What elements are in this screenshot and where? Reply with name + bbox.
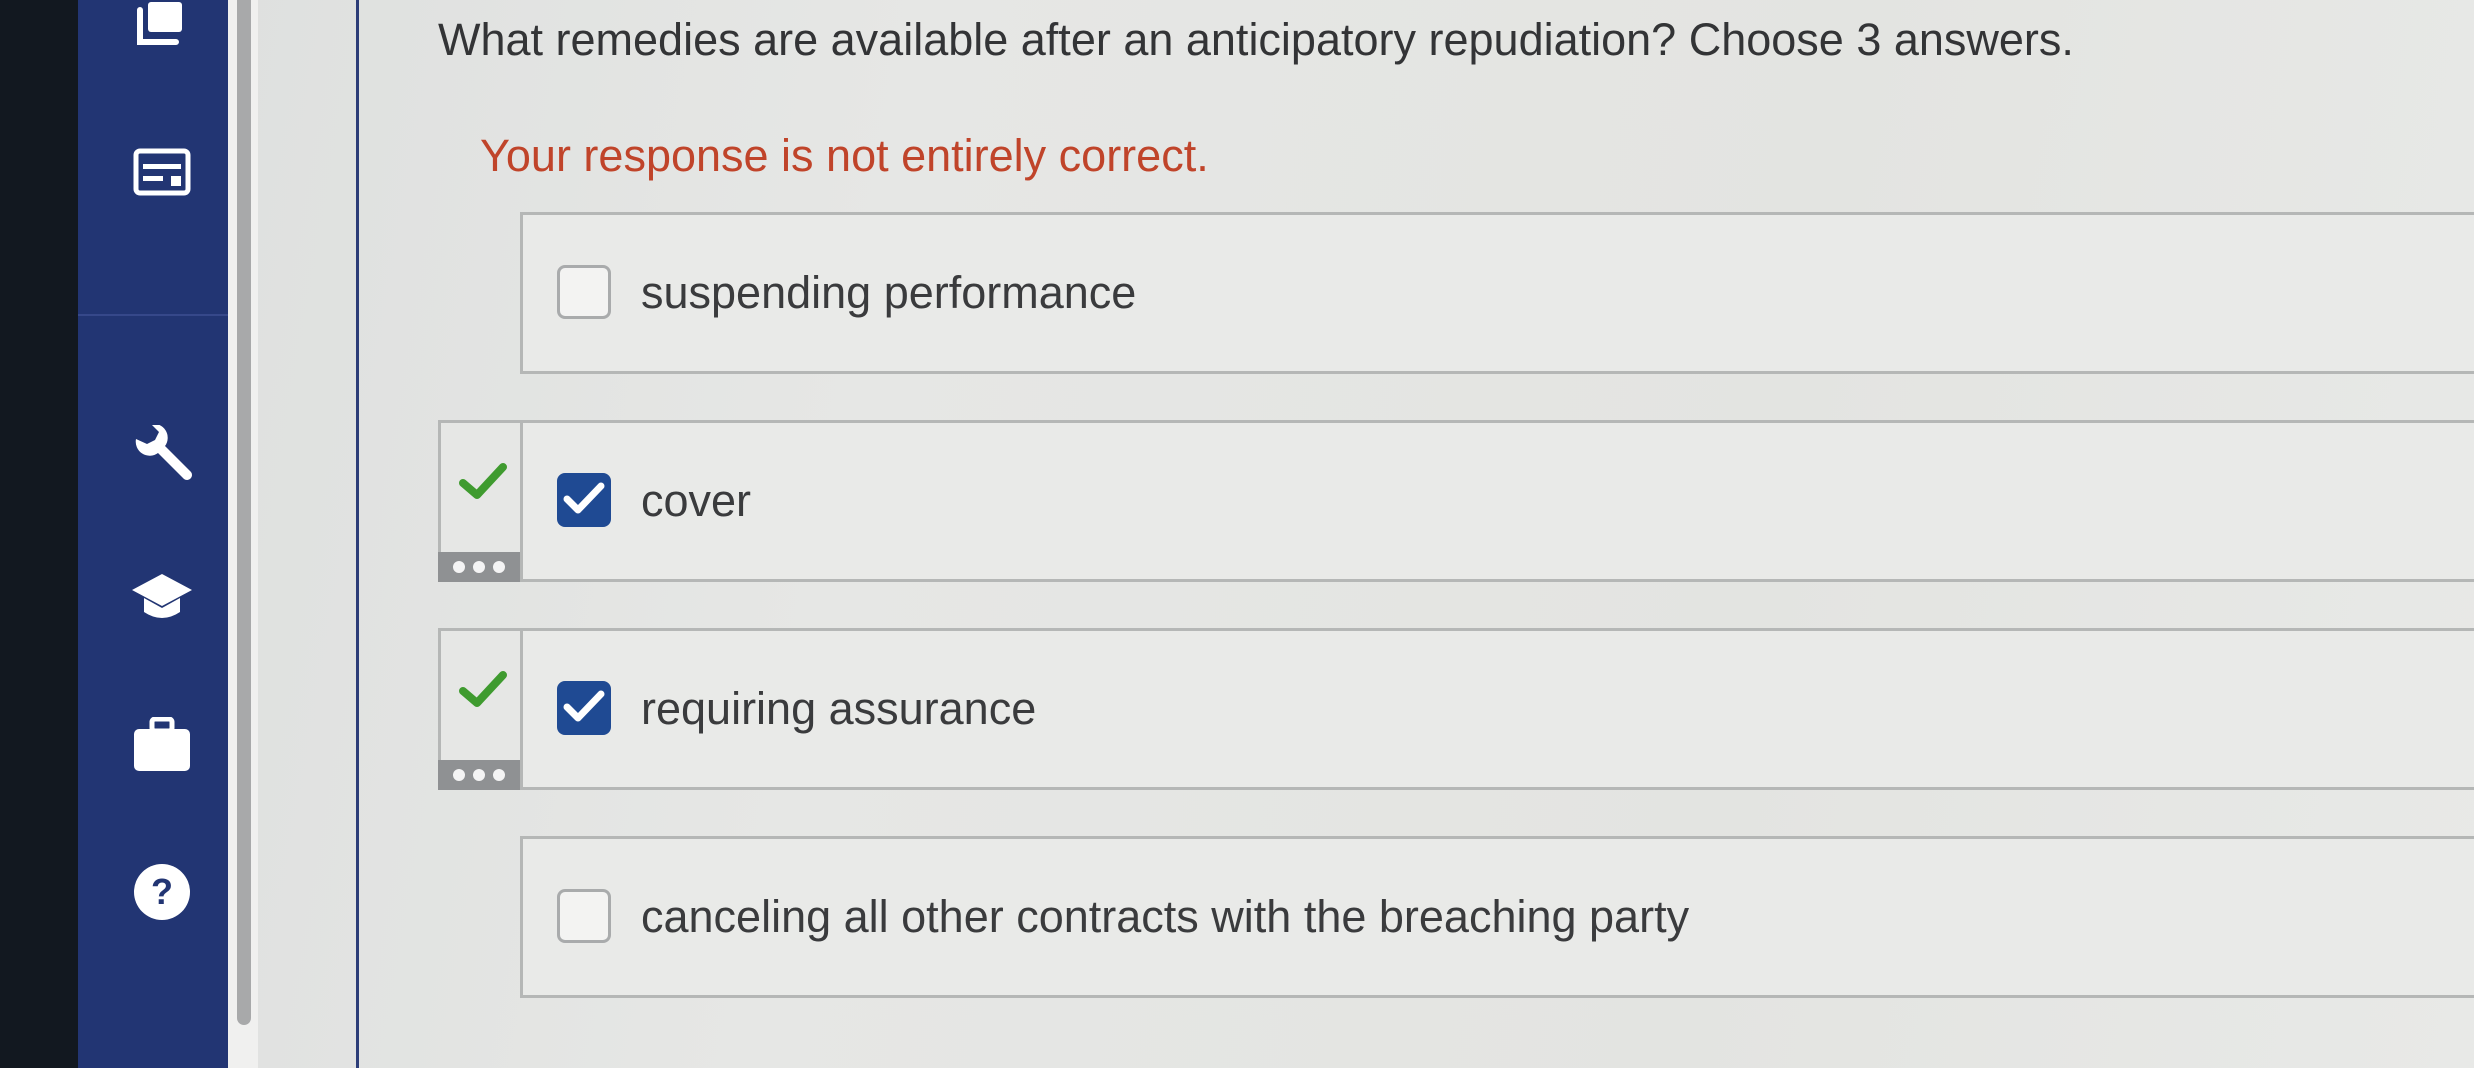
- scrollbar-thumb[interactable]: [237, 0, 251, 1025]
- checkbox-checked[interactable]: [557, 681, 611, 735]
- answer-option[interactable]: cover: [520, 420, 2474, 582]
- checkbox-unchecked[interactable]: [557, 265, 611, 319]
- wrench-icon[interactable]: [130, 425, 194, 489]
- content-divider: [356, 0, 359, 1068]
- feedback-message: Your response is not entirely correct.: [480, 130, 1209, 181]
- book-icon[interactable]: [132, 0, 192, 50]
- screen-bezel: [0, 0, 78, 1068]
- option-label: requiring assurance: [641, 683, 1037, 734]
- option-label: cover: [641, 475, 752, 526]
- screen: ? What remedies are available after an a…: [0, 0, 2474, 1068]
- correct-mark-column: [438, 420, 520, 582]
- option-label: canceling all other contracts with the b…: [641, 891, 1690, 942]
- card-icon[interactable]: [132, 145, 192, 199]
- question-text: What remedies are available after an ant…: [438, 14, 2074, 65]
- answer-option[interactable]: suspending performance: [520, 212, 2474, 374]
- graduation-cap-icon[interactable]: [130, 570, 194, 626]
- answer-option[interactable]: requiring assurance: [520, 628, 2474, 790]
- green-check-icon: [459, 463, 507, 499]
- option-label: suspending performance: [641, 267, 1137, 318]
- checkbox-checked[interactable]: [557, 473, 611, 527]
- help-icon[interactable]: ?: [132, 862, 192, 922]
- correct-mark-column: [438, 628, 520, 790]
- checkmark-icon: [563, 690, 605, 722]
- more-options-button[interactable]: [438, 552, 520, 582]
- sidebar: ?: [78, 0, 228, 1068]
- green-check-icon: [459, 671, 507, 707]
- checkbox-unchecked[interactable]: [557, 889, 611, 943]
- briefcase-icon[interactable]: [132, 716, 192, 774]
- svg-text:?: ?: [151, 871, 173, 912]
- more-options-button[interactable]: [438, 760, 520, 790]
- answer-option[interactable]: canceling all other contracts with the b…: [520, 836, 2474, 998]
- sidebar-divider: [78, 314, 228, 316]
- checkmark-icon: [563, 482, 605, 514]
